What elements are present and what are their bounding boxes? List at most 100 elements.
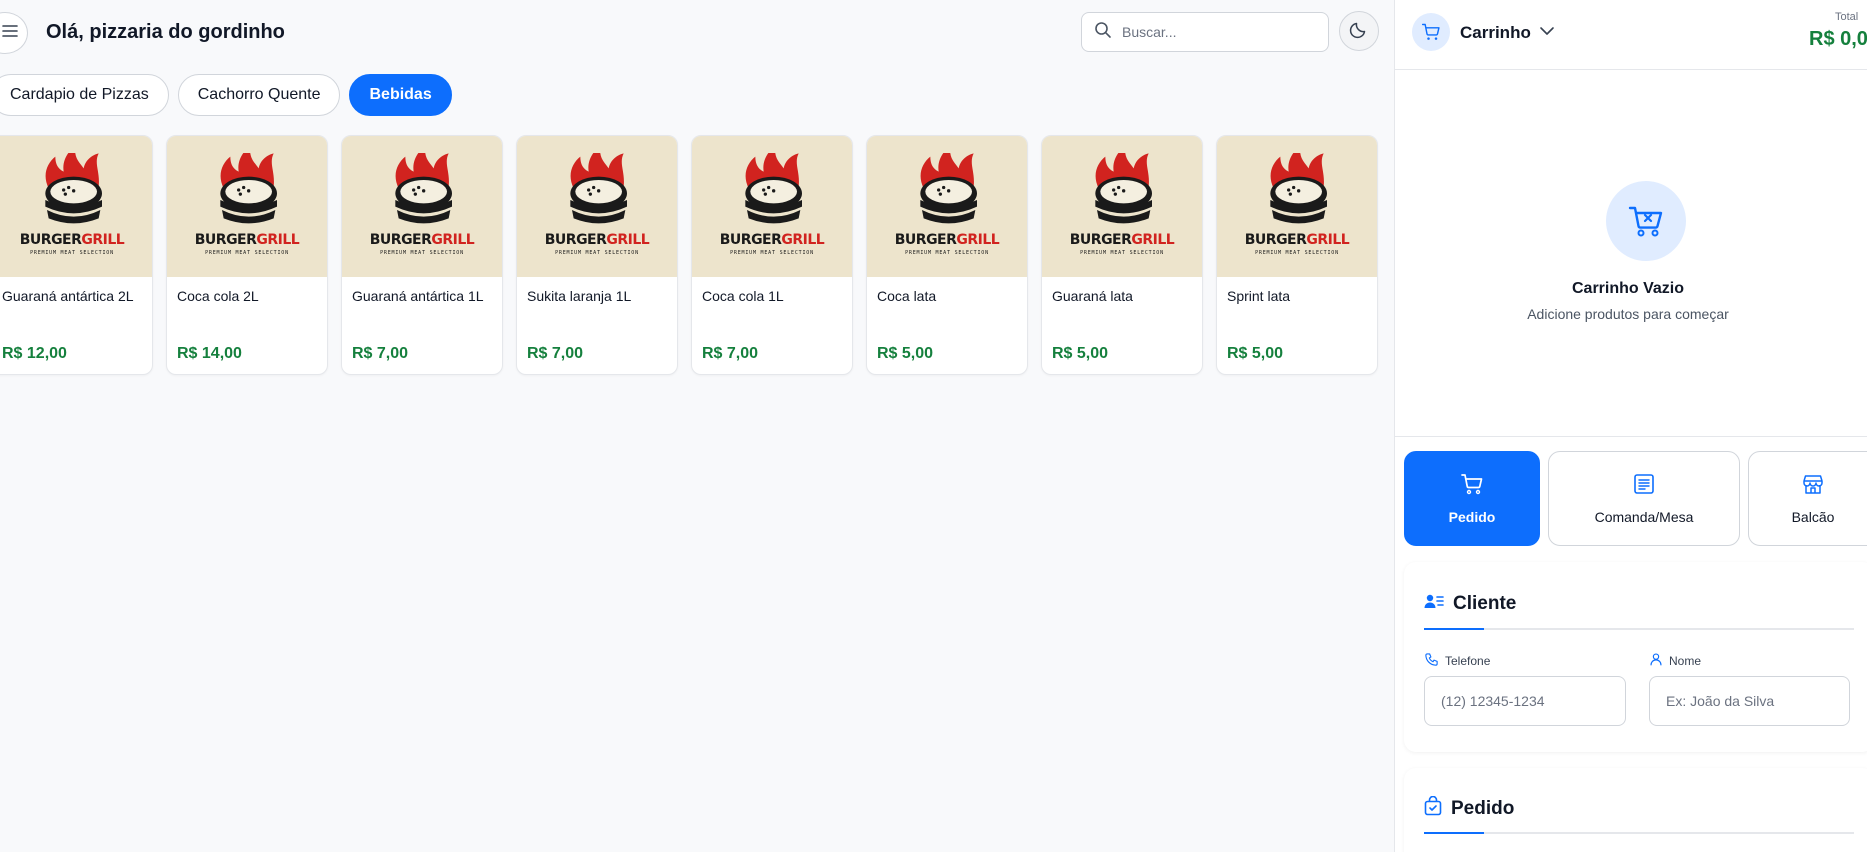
logo-brand-left: BURGER [1245, 232, 1307, 248]
burger-grill-logo: BURGERGRILL PREMIUM MEAT SELECTION [1070, 152, 1175, 256]
product-image: BURGERGRILL PREMIUM MEAT SELECTION [692, 136, 852, 277]
order-mode-selector: Pedido Comanda/Mesa Balcão [1404, 451, 1867, 546]
hamburger-icon [2, 24, 18, 43]
category-tab[interactable]: Bebidas [349, 74, 452, 116]
burger-grill-logo: BURGERGRILL PREMIUM MEAT SELECTION [895, 152, 1000, 256]
name-field-label: Nome [1649, 652, 1701, 669]
phone-field-label: Telefone [1424, 652, 1490, 670]
logo-brand-right: GRILL [431, 232, 474, 248]
empty-cart-icon [1606, 181, 1686, 261]
logo-brand-right: GRILL [781, 232, 824, 248]
product-price: R$ 5,00 [1227, 345, 1284, 362]
product-image: BURGERGRILL PREMIUM MEAT SELECTION [0, 136, 152, 277]
receipt-icon [1632, 472, 1656, 499]
contact-card-icon [1424, 592, 1444, 616]
logo-brand-right: GRILL [956, 232, 999, 248]
burger-grill-logo: BURGERGRILL PREMIUM MEAT SELECTION [370, 152, 475, 256]
logo-brand-right: GRILL [1131, 232, 1174, 248]
burger-grill-logo: BURGERGRILL PREMIUM MEAT SELECTION [720, 152, 825, 256]
cart-empty-state: Carrinho Vazio Adicione produtos para co… [1395, 70, 1861, 436]
svg-text:BURGERGRILL: BURGERGRILL [20, 232, 125, 248]
svg-text:BURGERGRILL: BURGERGRILL [195, 232, 300, 248]
theme-toggle-button[interactable] [1339, 11, 1379, 51]
chevron-down-icon[interactable] [1538, 22, 1556, 45]
phone-label-text: Telefone [1445, 654, 1491, 668]
burger-grill-logo: BURGERGRILL PREMIUM MEAT SELECTION [545, 152, 650, 256]
search-input[interactable] [1122, 24, 1312, 40]
cart-icon [1412, 13, 1450, 51]
category-tab[interactable]: Cachorro Quente [177, 74, 341, 116]
product-image: BURGERGRILL PREMIUM MEAT SELECTION [1217, 136, 1377, 277]
product-name: Sprint lata [1227, 288, 1291, 304]
cart-total-label: Total [1835, 11, 1859, 23]
svg-text:BURGERGRILL: BURGERGRILL [1245, 232, 1350, 248]
logo-brand-right: GRILL [256, 232, 299, 248]
product-price: R$ 5,00 [1052, 345, 1109, 362]
svg-text:BURGERGRILL: BURGERGRILL [545, 232, 650, 248]
name-label-text: Nome [1669, 653, 1702, 668]
svg-text:BURGERGRILL: BURGERGRILL [1070, 232, 1175, 248]
cart-total-value: R$ 0,00 [1809, 28, 1867, 50]
menu-button[interactable] [0, 12, 28, 54]
product-card[interactable]: BURGERGRILL PREMIUM MEAT SELECTION Coca … [866, 135, 1028, 375]
product-card[interactable]: BURGERGRILL PREMIUM MEAT SELECTION Sprin… [1216, 135, 1378, 375]
phone-input[interactable] [1424, 676, 1626, 726]
product-price: R$ 7,00 [352, 345, 409, 362]
search-box[interactable] [1081, 12, 1329, 52]
svg-text:BURGERGRILL: BURGERGRILL [720, 232, 825, 248]
main-panel: Olá, pizzaria do gordinho Cardapio de Pi… [0, 0, 1394, 852]
mode-balcao-button[interactable]: Balcão [1748, 451, 1867, 546]
product-name: Sukita laranja 1L [527, 288, 632, 304]
product-image: BURGERGRILL PREMIUM MEAT SELECTION [517, 136, 677, 277]
product-price: R$ 14,00 [177, 345, 242, 362]
empty-cart-subtitle: Adicione produtos para começar [1527, 306, 1729, 322]
section-underline [1424, 628, 1854, 630]
burger-grill-logo: BURGERGRILL PREMIUM MEAT SELECTION [1245, 152, 1350, 256]
logo-brand-left: BURGER [895, 232, 957, 248]
product-name: Guaraná antártica 2L [2, 288, 134, 304]
logo-brand-left: BURGER [720, 232, 782, 248]
logo-tagline: PREMIUM MEAT SELECTION [905, 250, 989, 256]
logo-brand-right: GRILL [1306, 232, 1349, 248]
product-card[interactable]: BURGERGRILL PREMIUM MEAT SELECTION Sukit… [516, 135, 678, 375]
burger-grill-logo: BURGERGRILL PREMIUM MEAT SELECTION [20, 152, 125, 256]
logo-brand-left: BURGER [195, 232, 257, 248]
logo-tagline: PREMIUM MEAT SELECTION [205, 250, 289, 256]
mode-label: Comanda/Mesa [1594, 509, 1694, 525]
empty-cart-title: Carrinho Vazio [1571, 280, 1685, 297]
product-name: Coca cola 1L [702, 288, 784, 304]
cart-header[interactable]: Carrinho Total R$ 0,00 [1395, 0, 1867, 70]
page-title: Olá, pizzaria do gordinho [46, 21, 285, 43]
product-card[interactable]: BURGERGRILL PREMIUM MEAT SELECTION Guara… [1041, 135, 1203, 375]
logo-brand-right: GRILL [606, 232, 649, 248]
product-card[interactable]: BURGERGRILL PREMIUM MEAT SELECTION Guara… [0, 135, 153, 375]
product-card[interactable]: BURGERGRILL PREMIUM MEAT SELECTION Coca … [166, 135, 328, 375]
mode-pedido-button[interactable]: Pedido [1404, 451, 1540, 546]
category-tab[interactable]: Cardapio de Pizzas [0, 74, 169, 116]
logo-tagline: PREMIUM MEAT SELECTION [1255, 250, 1339, 256]
product-card[interactable]: BURGERGRILL PREMIUM MEAT SELECTION Coca … [691, 135, 853, 375]
cart-panel: Carrinho Total R$ 0,00 Carrinho Vazio Ad… [1394, 0, 1867, 852]
user-icon [1649, 652, 1663, 669]
name-input[interactable] [1649, 676, 1850, 726]
mode-label: Pedido [1448, 509, 1496, 525]
product-price: R$ 12,00 [2, 345, 67, 362]
moon-icon [1349, 19, 1369, 44]
logo-brand-left: BURGER [545, 232, 607, 248]
cart-title: Carrinho [1460, 23, 1531, 42]
logo-brand-right: GRILL [81, 232, 124, 248]
product-price: R$ 7,00 [702, 345, 759, 362]
cliente-section-title: Cliente [1453, 593, 1517, 614]
mode-label: Balcão [1791, 509, 1835, 525]
mode-comanda-button[interactable]: Comanda/Mesa [1548, 451, 1740, 546]
search-icon [1094, 21, 1112, 44]
product-image: BURGERGRILL PREMIUM MEAT SELECTION [1042, 136, 1202, 277]
product-grid: BURGERGRILL PREMIUM MEAT SELECTION Guara… [0, 135, 1378, 375]
product-card[interactable]: BURGERGRILL PREMIUM MEAT SELECTION Guara… [341, 135, 503, 375]
cliente-section-header: Cliente [1424, 592, 1516, 616]
divider [1395, 436, 1867, 437]
category-tabs: Cardapio de Pizzas Cachorro Quente Bebid… [0, 74, 452, 116]
product-price: R$ 7,00 [527, 345, 584, 362]
logo-tagline: PREMIUM MEAT SELECTION [380, 250, 464, 256]
pedido-section-title: Pedido [1451, 798, 1515, 819]
